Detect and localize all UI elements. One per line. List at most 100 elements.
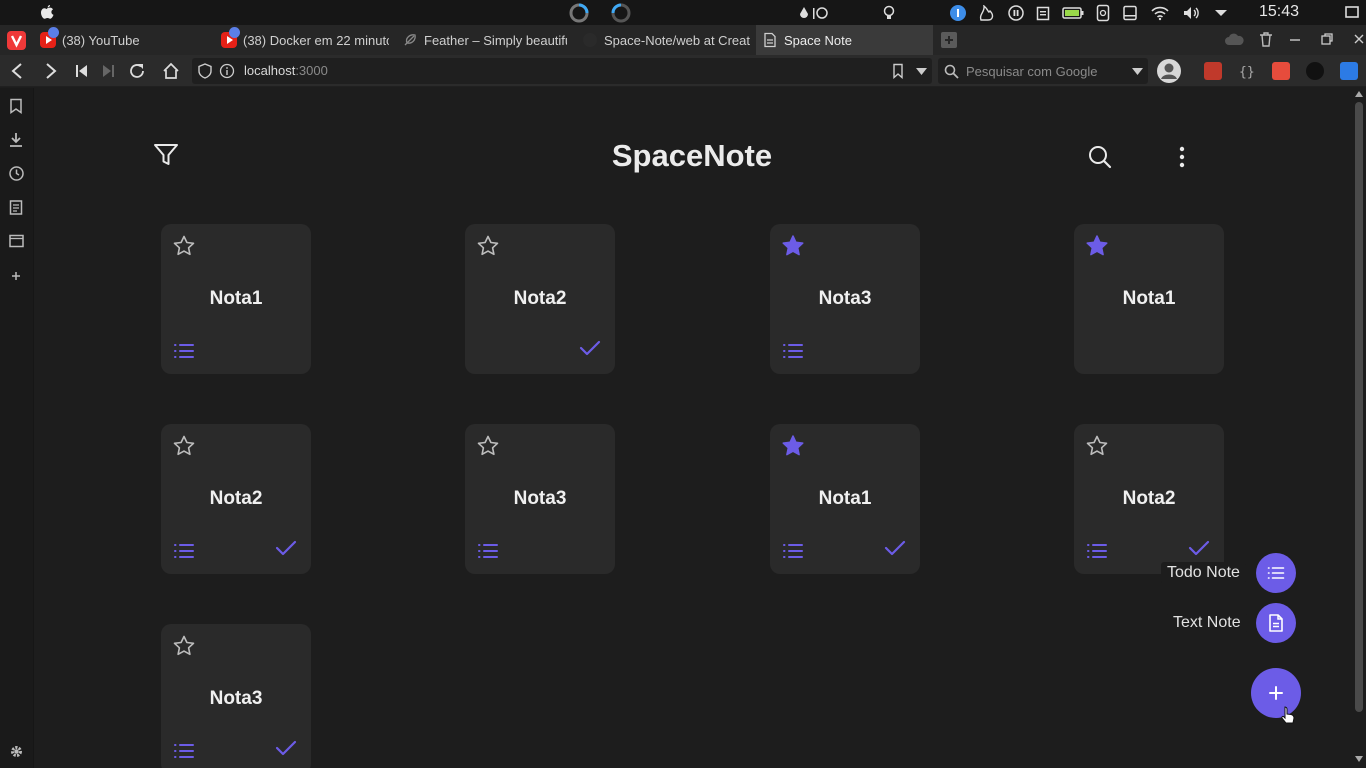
extension-json-icon[interactable]: {} — [1238, 62, 1256, 80]
star-outline-icon[interactable] — [1085, 434, 1109, 458]
tab-label: Space Note — [784, 32, 852, 48]
cloud-icon[interactable] — [1224, 31, 1244, 47]
extension-translate-icon[interactable] — [1340, 62, 1358, 80]
settings-gear-icon[interactable] — [9, 744, 24, 759]
extension-ublock-icon[interactable] — [1204, 62, 1222, 80]
note-title: Nota3 — [513, 488, 567, 509]
todo-list-icon — [173, 742, 195, 760]
window-panel-icon[interactable] — [9, 234, 24, 248]
check-icon — [884, 539, 906, 557]
star-outline-icon[interactable] — [172, 234, 196, 258]
star-outline-icon[interactable] — [172, 634, 196, 658]
note-card[interactable]: Nota1 — [1074, 224, 1224, 374]
note-card[interactable]: Nota1 — [770, 424, 920, 574]
search-engine-field[interactable]: Pesquisar com Google — [938, 58, 1148, 84]
clipboard-icon[interactable] — [1036, 5, 1050, 21]
scrollbar-thumb[interactable] — [1355, 102, 1363, 712]
tab-youtube[interactable]: (38) YouTube — [40, 25, 218, 55]
note-card[interactable]: Nota2 — [1074, 424, 1224, 574]
url-field[interactable]: localhost:3000 — [192, 58, 932, 84]
star-outline-icon[interactable] — [476, 434, 500, 458]
note-card[interactable]: Nota1 — [161, 224, 311, 374]
star-outline-icon[interactable] — [172, 434, 196, 458]
battery-icon[interactable] — [1062, 6, 1084, 20]
star-outline-icon[interactable] — [476, 234, 500, 258]
url-port: :3000 — [295, 63, 328, 78]
page-scrollbar[interactable] — [1352, 88, 1366, 768]
note-title: Nota1 — [818, 488, 872, 509]
drive-icon[interactable] — [1122, 5, 1138, 21]
todo-note-label[interactable]: Todo Note — [1161, 562, 1246, 584]
notes-panel-icon[interactable] — [9, 200, 23, 215]
check-icon — [1188, 539, 1210, 557]
file-text-icon — [1268, 614, 1284, 632]
forward-icon[interactable] — [43, 62, 59, 80]
star-filled-icon[interactable] — [781, 434, 805, 458]
add-panel-icon[interactable] — [9, 269, 23, 283]
flame-icon[interactable] — [978, 5, 996, 21]
close-window-icon[interactable] — [1352, 32, 1366, 46]
todo-list-icon — [477, 542, 499, 560]
tab-feather[interactable]: Feather – Simply beautiful — [402, 25, 567, 55]
tray-menu-chevron-icon[interactable] — [1214, 8, 1228, 18]
text-note-label[interactable]: Text Note — [1167, 612, 1247, 634]
list-icon — [1267, 566, 1285, 580]
drop-icon[interactable] — [798, 5, 828, 21]
note-title: Nota2 — [513, 288, 567, 309]
note-card[interactable]: Nota3 — [770, 224, 920, 374]
todo-note-button[interactable] — [1256, 553, 1296, 593]
todo-list-icon — [782, 342, 804, 360]
pause-icon[interactable] — [1008, 5, 1024, 21]
check-icon — [275, 739, 297, 757]
info-circle-icon[interactable] — [219, 63, 235, 79]
note-title: Nota2 — [1122, 488, 1176, 509]
trash-icon[interactable] — [1258, 31, 1274, 47]
bookmark-icon[interactable] — [892, 63, 904, 79]
device-icon[interactable] — [1096, 4, 1110, 22]
check-icon — [275, 539, 297, 557]
minimize-icon[interactable] — [1288, 32, 1302, 46]
wifi-icon[interactable] — [1150, 5, 1170, 21]
star-filled-icon[interactable] — [1085, 234, 1109, 258]
info-icon[interactable] — [950, 5, 966, 21]
url-dropdown-icon[interactable] — [916, 68, 927, 75]
fast-forward-icon[interactable] — [101, 62, 115, 80]
note-card[interactable]: Nota2 — [465, 224, 615, 374]
apple-icon[interactable] — [39, 4, 55, 21]
downloads-panel-icon[interactable] — [9, 132, 23, 148]
tab-github[interactable]: Space-Note/web at Create — [582, 25, 750, 55]
vivaldi-menu-button[interactable] — [7, 31, 26, 50]
shield-icon[interactable] — [198, 63, 212, 79]
history-panel-icon[interactable] — [9, 166, 24, 181]
search-icon[interactable] — [1088, 145, 1112, 169]
profile-avatar-icon[interactable] — [1156, 58, 1182, 84]
new-tab-icon[interactable] — [940, 31, 958, 49]
window-restore-icon[interactable] — [1344, 4, 1360, 20]
search-dropdown-icon[interactable] — [1132, 68, 1143, 75]
bulb-icon[interactable] — [882, 5, 896, 21]
search-placeholder: Pesquisar com Google — [966, 64, 1098, 79]
reload-icon[interactable] — [128, 62, 146, 80]
note-card[interactable]: Nota2 — [161, 424, 311, 574]
youtube-icon — [40, 27, 59, 48]
tab-space-note[interactable]: Space Note — [756, 25, 933, 55]
text-note-button[interactable] — [1256, 603, 1296, 643]
rewind-icon[interactable] — [75, 62, 89, 80]
maximize-icon[interactable] — [1320, 32, 1334, 46]
note-card[interactable]: Nota3 — [161, 624, 311, 768]
todo-list-icon — [173, 542, 195, 560]
system-tray — [798, 3, 1228, 23]
tab-docker[interactable]: (38) Docker em 22 minutos — [221, 25, 389, 55]
volume-icon[interactable] — [1182, 5, 1202, 21]
bookmarks-panel-icon[interactable] — [9, 98, 23, 114]
tab-bar: (38) YouTube (38) Docker em 22 minutos F… — [0, 25, 1366, 55]
star-filled-icon[interactable] — [781, 234, 805, 258]
todo-list-icon — [1086, 542, 1108, 560]
browser-side-panel — [0, 88, 34, 768]
home-icon[interactable] — [162, 62, 180, 80]
extension-ads-icon[interactable] — [1306, 62, 1324, 80]
back-icon[interactable] — [9, 62, 25, 80]
extension-tree-icon[interactable] — [1272, 62, 1290, 80]
note-card[interactable]: Nota3 — [465, 424, 615, 574]
more-options-icon[interactable] — [1178, 146, 1186, 168]
